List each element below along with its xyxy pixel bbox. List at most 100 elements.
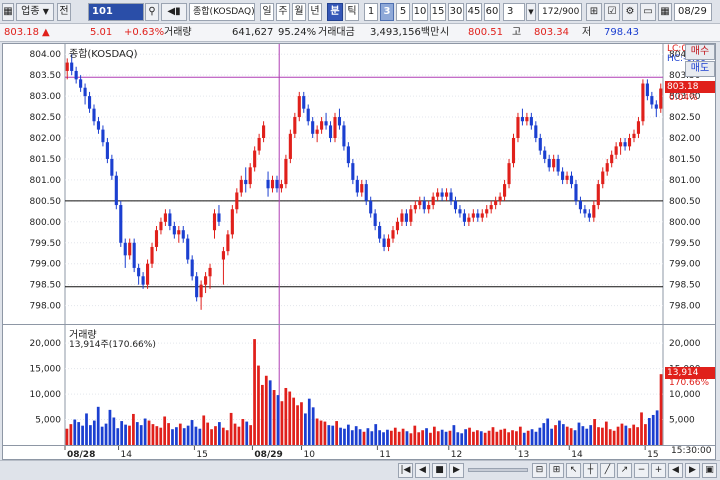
candle: [458, 209, 462, 214]
candle: [239, 179, 243, 193]
candle: [525, 117, 529, 122]
interval-6[interactable]: 45: [466, 3, 482, 21]
window-icon[interactable]: ▭: [640, 3, 656, 21]
chart-icon[interactable]: ▦: [2, 3, 14, 21]
arrow-icon[interactable]: ↗: [617, 463, 632, 478]
prev-icon[interactable]: ◀: [415, 463, 430, 478]
line-draw-icon[interactable]: ╱: [600, 463, 615, 478]
interval-7[interactable]: 60: [484, 3, 500, 21]
volume-bar: [507, 432, 510, 445]
candle: [552, 158, 556, 168]
tab-period-5[interactable]: 틱: [345, 3, 359, 21]
interval-5[interactable]: 30: [448, 3, 464, 21]
volume-bar: [475, 430, 479, 445]
candle: [444, 192, 449, 197]
volume-bar: [577, 422, 581, 445]
interval-dropdown-icon[interactable]: ▼: [526, 3, 536, 21]
market-select[interactable]: 업종 ▼: [16, 3, 54, 21]
x-axis: 08/28 14 15 08/29 10 11 12 13 14 15 15:30:00: [2, 446, 716, 460]
candle: [627, 138, 632, 147]
candle: [87, 96, 92, 109]
volume-y-tick-right: 5,000: [669, 416, 695, 426]
volume-bar: [468, 427, 471, 445]
toolbar: ▦ 업종 ▼ 전 101 ⚲ ◀▮ 종합(KOSDAQ) 일 주 월 년 분 틱…: [0, 0, 720, 24]
chevron-down-icon: ▼: [42, 7, 49, 16]
scroll-track[interactable]: [468, 468, 528, 472]
volume-bar: [171, 429, 174, 445]
jeon-button[interactable]: 전: [57, 3, 71, 21]
checkbox-icon[interactable]: ☑: [604, 3, 620, 21]
volume-bar: [253, 339, 256, 445]
stop-icon[interactable]: ■: [432, 463, 447, 478]
zoom-in-icon[interactable]: ⊞: [549, 463, 564, 478]
interval-4[interactable]: 15: [430, 3, 446, 21]
cursor-icon[interactable]: ↖: [566, 463, 581, 478]
settings-icon[interactable]: ⚙: [622, 3, 638, 21]
volume-y-tick-left: 15,000: [30, 365, 62, 375]
volume-bar: [280, 401, 284, 445]
market-select-value: 업종: [21, 6, 40, 17]
plus-icon[interactable]: +: [651, 463, 666, 478]
volume-current-pct-tag: 170.66%: [669, 378, 710, 388]
volume-bar: [167, 423, 170, 445]
candle: [422, 200, 426, 210]
status-bar: |◀ ◀ ■ ▶ ⊟ ⊞ ↖ ┼ ╱ ↗ − + ◀ ▶ ▣: [0, 460, 720, 480]
tab-period-1[interactable]: 주: [276, 3, 290, 21]
candle: [413, 205, 417, 210]
calendar-icon[interactable]: ▦: [658, 3, 672, 21]
date-input[interactable]: 08/29: [674, 3, 712, 21]
candle: [561, 171, 565, 180]
interval-2[interactable]: 5: [396, 3, 410, 21]
tab-period-3[interactable]: 년: [308, 3, 322, 21]
candle: [137, 267, 141, 277]
volume-bar: [386, 429, 389, 445]
fit-icon[interactable]: ▣: [702, 463, 717, 478]
candle: [543, 150, 547, 159]
first-page-icon[interactable]: |◀: [398, 463, 413, 478]
interval-3[interactable]: 10: [412, 3, 428, 21]
scroll-right-icon[interactable]: ▶: [685, 463, 700, 478]
search-icon[interactable]: ⚲: [145, 3, 159, 21]
sell-button[interactable]: 매도: [685, 61, 715, 77]
crosshair-icon[interactable]: ┼: [583, 463, 598, 478]
candle: [297, 96, 301, 118]
volume-bar: [331, 425, 335, 445]
grid-toggle-icon[interactable]: ⊞: [586, 3, 602, 21]
index-name-field: 종합(KOSDAQ): [189, 3, 255, 21]
minus-icon[interactable]: −: [634, 463, 649, 478]
y-tick-label-right: 801.00: [669, 176, 701, 186]
volume-bar: [81, 425, 84, 445]
tab-period-0[interactable]: 일: [260, 3, 274, 21]
zoom-out-icon[interactable]: ⊟: [532, 463, 547, 478]
play-icon[interactable]: ▶: [449, 463, 464, 478]
price-chart-panel: 804.00804.00803.50803.50803.00803.00802.…: [2, 43, 716, 325]
candle: [302, 96, 306, 109]
tab-period-2[interactable]: 월: [292, 3, 306, 21]
code-input[interactable]: 101: [88, 3, 144, 21]
candle: [520, 117, 524, 122]
candle: [453, 200, 458, 210]
candle: [565, 175, 569, 180]
volume-bar: [644, 424, 647, 445]
candle: [275, 179, 279, 189]
interval-1[interactable]: 3: [380, 3, 394, 21]
tab-period-4[interactable]: 분: [327, 3, 343, 21]
volume-bar: [190, 420, 194, 445]
candle: [538, 138, 542, 151]
volume-bar: [354, 426, 358, 445]
price-chart[interactable]: 804.00804.00803.50803.50803.00803.00802.…: [3, 44, 715, 324]
buy-button[interactable]: 매수: [685, 44, 715, 60]
volume-icon[interactable]: ◀▮: [161, 3, 187, 21]
volume-bar: [65, 428, 69, 445]
high-value: 803.34: [534, 27, 569, 38]
scroll-left-icon[interactable]: ◀: [668, 463, 683, 478]
volume-ratio: 95.24%: [278, 27, 317, 38]
volume-bar: [335, 421, 339, 445]
interval-input[interactable]: 3: [503, 3, 525, 21]
y-tick-label-right: 798.50: [669, 281, 701, 291]
candle: [355, 179, 359, 193]
candle: [364, 184, 368, 201]
volume-bar: [343, 428, 346, 445]
interval-0[interactable]: 1: [364, 3, 378, 21]
volume-bar: [405, 431, 409, 445]
